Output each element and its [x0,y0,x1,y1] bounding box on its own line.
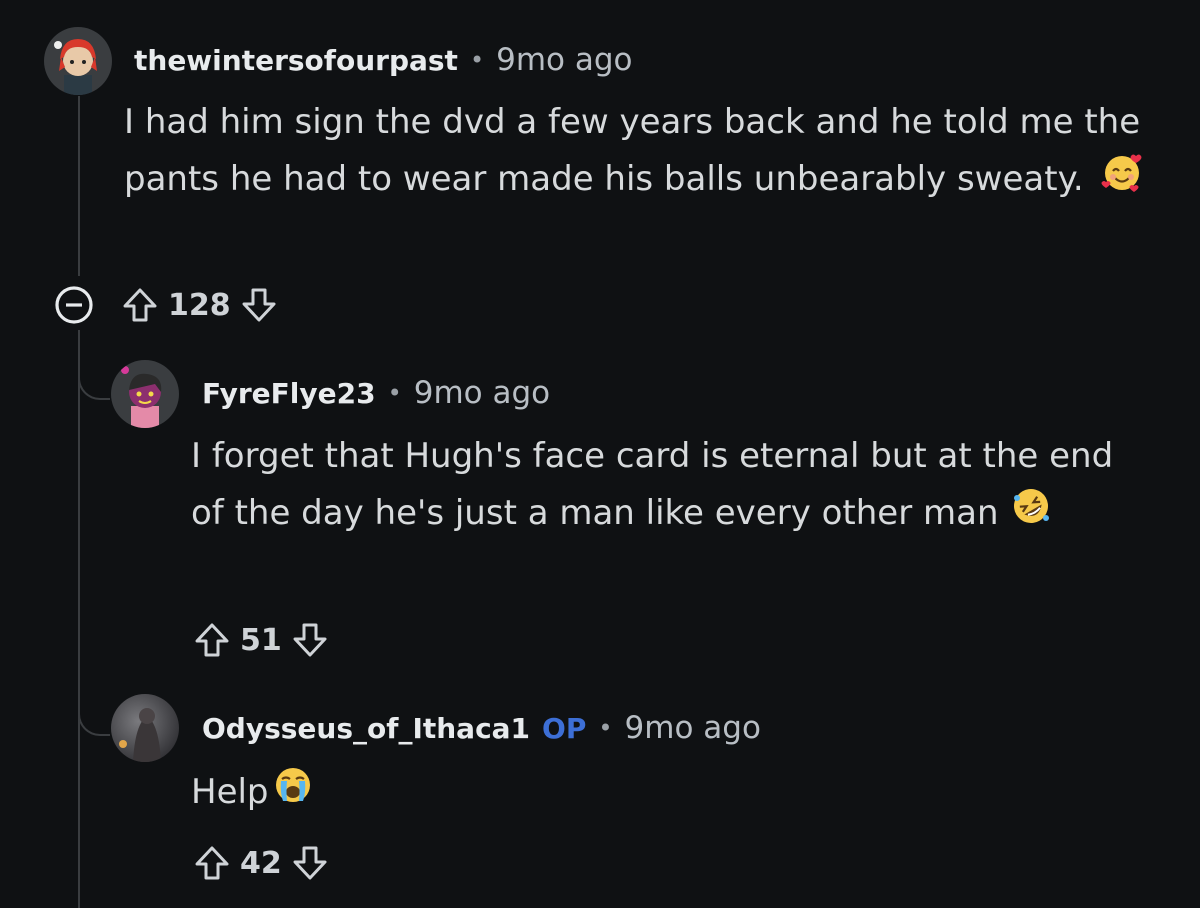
upvote-icon[interactable] [192,620,232,660]
reply-branch-line [78,680,110,736]
downvote-icon[interactable] [290,620,330,660]
downvote-icon[interactable] [239,285,279,325]
avatar[interactable] [111,360,179,428]
comment-body: Help [191,763,991,824]
avatar[interactable] [44,27,112,95]
comment-thread: thewintersofourpast • 9mo ago I had him … [0,0,1200,908]
username[interactable]: Odysseus_of_Ithaca1 [202,712,530,745]
comment-text: I forget that Hugh's face card is eterna… [191,436,1114,533]
loudly-crying-face-icon [271,763,315,824]
vote-count: 42 [240,845,282,881]
separator-dot: • [469,46,485,74]
comment-text: Help [191,772,269,812]
comment-text: I had him sign the dvd a few years back … [124,102,1141,199]
comment-actions: 128 [54,283,279,327]
timestamp[interactable]: 9mo ago [625,710,761,746]
timestamp[interactable]: 9mo ago [414,375,550,411]
comment-body: I forget that Hugh's face card is eterna… [191,428,1151,545]
comment-author-line: thewintersofourpast • 9mo ago [134,38,633,82]
comment-body: I had him sign the dvd a few years back … [124,94,1164,211]
comment-author-line: Odysseus_of_Ithaca1 OP • 9mo ago [202,706,761,750]
username[interactable]: thewintersofourpast [134,44,458,77]
upvote-icon[interactable] [120,285,160,325]
vote-count: 128 [168,287,231,323]
timestamp[interactable]: 9mo ago [496,42,632,78]
avatar[interactable] [111,694,179,762]
rolling-on-floor-laughing-icon [1009,484,1053,545]
thread-line[interactable] [78,330,80,908]
thread-line[interactable] [78,96,80,276]
downvote-icon[interactable] [290,843,330,883]
upvote-icon[interactable] [192,843,232,883]
comment-author-line: FyreFlye23 • 9mo ago [202,371,550,415]
smiling-face-with-hearts-icon [1100,150,1144,211]
op-badge: OP [542,711,587,745]
collapse-icon[interactable] [54,285,94,325]
separator-dot: • [598,714,613,742]
comment-actions: 51 [192,618,330,662]
comment-actions: 42 [192,841,330,885]
vote-count: 51 [240,622,282,658]
username[interactable]: FyreFlye23 [202,377,376,410]
reply-branch-line [78,340,110,400]
separator-dot: • [387,379,402,407]
